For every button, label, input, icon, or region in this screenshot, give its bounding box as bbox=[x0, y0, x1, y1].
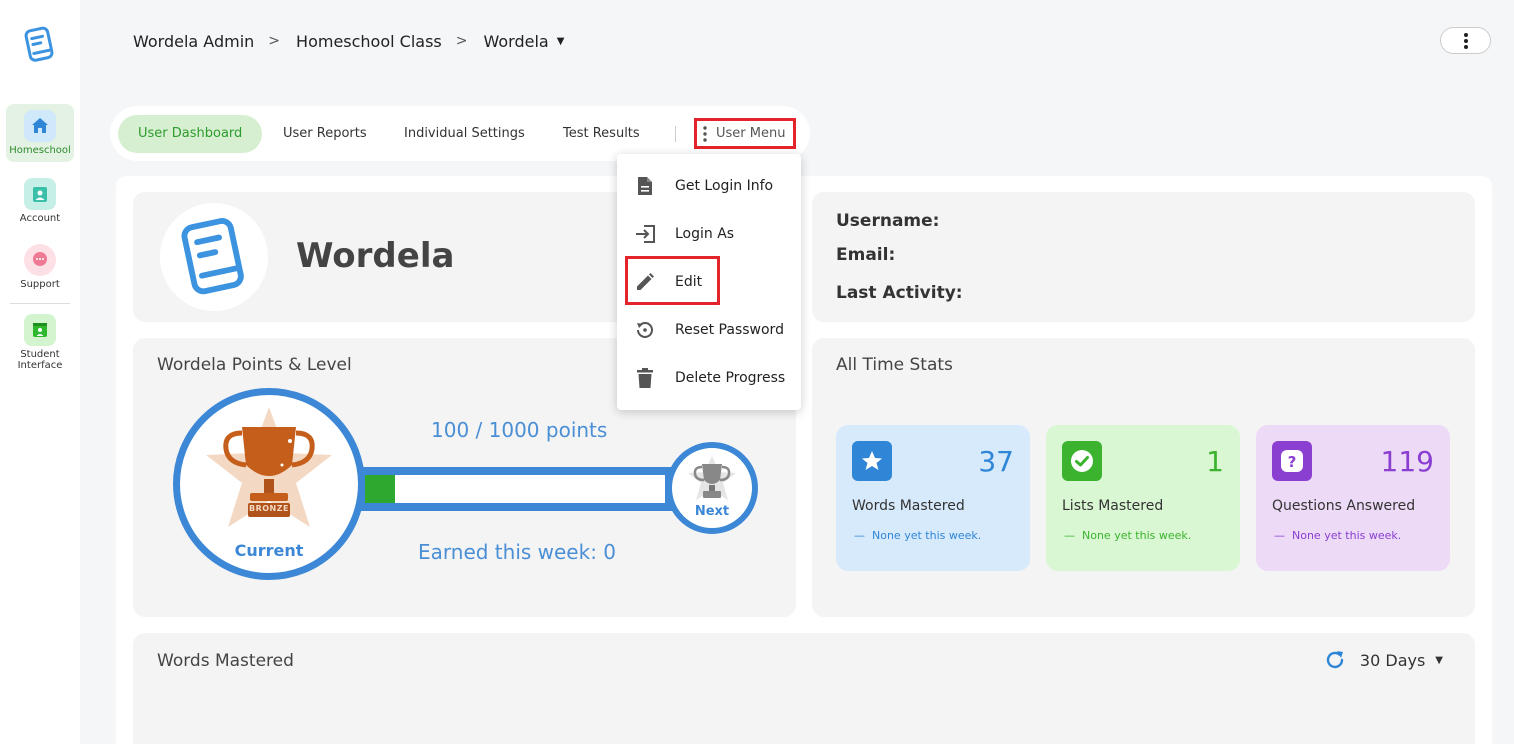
caret-down-icon: ▼ bbox=[1435, 654, 1443, 666]
stat-tile-questions-answered: ? 119 Questions Answered — None yet this… bbox=[1256, 425, 1450, 571]
reset-icon bbox=[633, 318, 657, 342]
check-icon bbox=[1062, 441, 1102, 481]
all-time-stats-card: All Time Stats 37 Words Mastered — None … bbox=[812, 338, 1475, 617]
silver-trophy-icon bbox=[688, 456, 736, 500]
menu-item-login-as[interactable]: Login As bbox=[617, 214, 801, 254]
bronze-trophy-icon bbox=[206, 407, 332, 527]
breadcrumb: Wordela Admin > Homeschool Class > Worde… bbox=[133, 30, 564, 52]
breadcrumb-separator-icon: > bbox=[455, 33, 468, 49]
sidebar-item-label: Homeschool bbox=[9, 145, 71, 156]
range-select[interactable]: 30 Days ▼ bbox=[1324, 649, 1443, 671]
menu-item-label: Login As bbox=[675, 226, 735, 242]
sidebar-item-homeschool[interactable]: Homeschool bbox=[6, 104, 74, 162]
next-level-label: Next bbox=[694, 504, 730, 519]
sidebar-item-label: Support bbox=[20, 279, 60, 290]
dash-icon: — bbox=[1274, 529, 1292, 542]
more-options-button[interactable] bbox=[1440, 27, 1491, 54]
login-icon bbox=[633, 222, 657, 246]
wordela-logo-icon[interactable] bbox=[20, 24, 60, 64]
stat-label: Lists Mastered bbox=[1062, 498, 1164, 514]
breadcrumb-item-admin[interactable]: Wordela Admin bbox=[133, 32, 254, 51]
next-level-badge: Next bbox=[666, 442, 758, 534]
points-progress-text: 100 / 1000 points bbox=[431, 418, 608, 442]
current-level-badge: BRONZE Current bbox=[173, 388, 365, 580]
stat-label: Questions Answered bbox=[1272, 498, 1416, 514]
tab-user-reports[interactable]: User Reports bbox=[263, 115, 387, 153]
stat-value: 119 bbox=[1380, 445, 1434, 478]
menu-item-label: Get Login Info bbox=[675, 178, 774, 194]
menu-item-delete-progress[interactable]: Delete Progress bbox=[617, 358, 801, 398]
support-chat-icon bbox=[24, 244, 56, 276]
words-mastered-card: Words Mastered 30 Days ▼ bbox=[133, 633, 1475, 744]
stats-card-title: All Time Stats bbox=[836, 355, 953, 375]
range-select-value: 30 Days bbox=[1359, 650, 1426, 670]
account-badge-icon bbox=[24, 178, 56, 210]
vertical-dots-icon bbox=[703, 125, 707, 142]
edit-highlight-box bbox=[625, 256, 720, 305]
level-progress-bar bbox=[355, 467, 675, 511]
tab-user-dashboard[interactable]: User Dashboard bbox=[118, 115, 263, 153]
words-mastered-title: Words Mastered bbox=[157, 651, 294, 671]
stat-week-note: — None yet this week. bbox=[1274, 529, 1402, 542]
menu-item-label: Delete Progress bbox=[675, 370, 786, 386]
stat-week-note: — None yet this week. bbox=[1064, 529, 1192, 542]
wordela-book-icon bbox=[181, 218, 244, 295]
earned-this-week-text: Earned this week: 0 bbox=[418, 540, 617, 564]
menu-item-reset-password[interactable]: Reset Password bbox=[617, 310, 801, 350]
breadcrumb-separator-icon: > bbox=[268, 33, 281, 49]
user-menu-button[interactable]: User Menu bbox=[694, 118, 796, 149]
stat-value: 1 bbox=[1206, 445, 1224, 478]
menu-item-get-login-info[interactable]: Get Login Info bbox=[617, 166, 801, 206]
sidebar-item-student-interface[interactable]: Student Interface bbox=[6, 314, 74, 380]
stat-value: 37 bbox=[978, 445, 1014, 478]
profile-name: Wordela bbox=[296, 236, 455, 276]
caret-down-icon[interactable]: ▼ bbox=[557, 36, 565, 47]
user-menu-label: User Menu bbox=[716, 126, 786, 141]
stat-week-note: — None yet this week. bbox=[854, 529, 982, 542]
svg-text:?: ? bbox=[1288, 453, 1297, 471]
sidebar-item-label: Student Interface bbox=[17, 349, 63, 371]
user-menu-dropdown: Get Login Info Login As Edit Reset Passw… bbox=[617, 154, 801, 410]
dash-icon: — bbox=[1064, 529, 1082, 542]
sidebar-item-label: Account bbox=[19, 213, 61, 224]
last-activity-label: Last Activity: bbox=[836, 283, 963, 303]
tab-individual-settings[interactable]: Individual Settings bbox=[384, 115, 545, 153]
breadcrumb-item-class[interactable]: Homeschool Class bbox=[296, 32, 442, 51]
bronze-badge-text: BRONZE bbox=[248, 504, 290, 513]
home-icon bbox=[24, 110, 56, 142]
email-label: Email: bbox=[836, 245, 896, 265]
refresh-icon[interactable] bbox=[1324, 649, 1346, 671]
stat-tile-lists-mastered: 1 Lists Mastered — None yet this week. bbox=[1046, 425, 1240, 571]
tab-divider bbox=[675, 126, 676, 142]
tab-test-results[interactable]: Test Results bbox=[543, 115, 660, 153]
sidebar-item-account[interactable]: Account bbox=[6, 178, 74, 228]
avatar bbox=[160, 203, 268, 311]
sidebar: Homeschool Account Support Student Inter… bbox=[0, 0, 80, 744]
sidebar-item-support[interactable]: Support bbox=[6, 244, 74, 294]
trash-icon bbox=[633, 366, 657, 390]
points-card-title: Wordela Points & Level bbox=[157, 355, 352, 375]
dash-icon: — bbox=[854, 529, 872, 542]
stat-label: Words Mastered bbox=[852, 498, 965, 514]
user-info-card: Username: Email: Last Activity: bbox=[812, 192, 1475, 322]
star-icon bbox=[852, 441, 892, 481]
stat-tile-words-mastered: 37 Words Mastered — None yet this week. bbox=[836, 425, 1030, 571]
menu-item-label: Reset Password bbox=[675, 322, 784, 338]
progress-fill bbox=[365, 475, 395, 503]
document-icon bbox=[633, 174, 657, 198]
breadcrumb-item-student[interactable]: Wordela bbox=[484, 32, 549, 51]
tab-bar: User Dashboard User Reports Individual S… bbox=[110, 106, 810, 161]
current-level-label: Current bbox=[234, 541, 304, 560]
sidebar-divider bbox=[10, 303, 70, 304]
vertical-dots-icon bbox=[1463, 32, 1468, 49]
question-icon: ? bbox=[1272, 441, 1312, 481]
student-interface-icon bbox=[24, 314, 56, 346]
username-label: Username: bbox=[836, 211, 940, 231]
